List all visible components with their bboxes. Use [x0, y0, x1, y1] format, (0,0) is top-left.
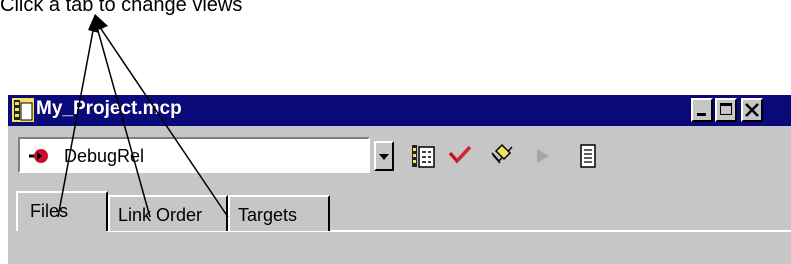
arrow-to-link-order: [94, 19, 151, 218]
arrow-to-files: [57, 19, 96, 218]
callout-arrows: [57, 14, 229, 218]
arrow-to-targets: [94, 19, 229, 218]
